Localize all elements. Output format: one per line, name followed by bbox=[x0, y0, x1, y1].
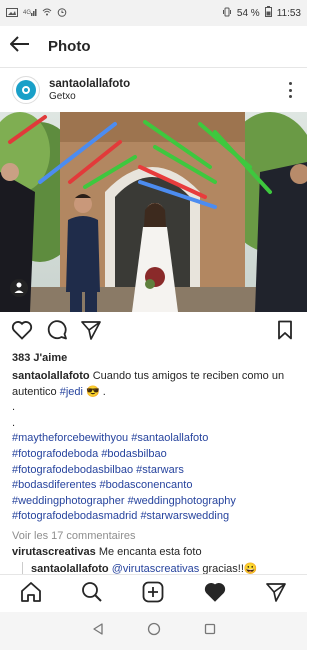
hashtag[interactable]: #starwars bbox=[136, 464, 184, 476]
comment-text: Me encanta esta foto bbox=[98, 546, 202, 558]
caption-dot: . bbox=[12, 401, 16, 414]
post-caption: santaolallafoto Cuando tus amigos te rec… bbox=[12, 369, 297, 525]
hashtag[interactable]: #fotografodeboda bbox=[12, 448, 98, 460]
hashtag[interactable]: #jedi bbox=[60, 386, 83, 398]
avatar[interactable] bbox=[12, 76, 40, 104]
system-recents-icon[interactable] bbox=[204, 622, 216, 640]
post-header: santaolallafoto Getxo bbox=[0, 68, 307, 112]
caption-emoji: 😎 . bbox=[86, 385, 106, 398]
post-photo[interactable] bbox=[0, 112, 307, 312]
caption-username[interactable]: santaolallafoto bbox=[12, 370, 90, 382]
battery-percentage: 54 % bbox=[236, 7, 260, 19]
wifi-icon bbox=[42, 7, 52, 20]
page-title: Photo bbox=[48, 38, 91, 55]
back-arrow-icon bbox=[9, 36, 30, 57]
user-block: santaolallafoto Getxo bbox=[49, 78, 130, 102]
bottom-nav bbox=[0, 574, 307, 613]
hashtag[interactable]: #starwarswedding bbox=[140, 510, 229, 522]
photo-notification-icon bbox=[6, 7, 18, 20]
avatar-logo-icon bbox=[16, 80, 36, 100]
system-home-icon[interactable] bbox=[147, 622, 161, 641]
signal-icon: 4G bbox=[23, 7, 37, 20]
hashtag[interactable]: #bodasconencanto bbox=[99, 479, 192, 491]
view-all-comments-link[interactable]: Voir les 17 commentaires bbox=[12, 530, 136, 542]
system-back-icon[interactable] bbox=[92, 622, 104, 640]
like-button[interactable] bbox=[10, 320, 34, 344]
search-icon[interactable] bbox=[81, 581, 103, 608]
comment-icon bbox=[46, 319, 68, 346]
share-button[interactable] bbox=[79, 320, 103, 344]
battery-icon bbox=[264, 6, 272, 20]
app-bar: Photo bbox=[0, 26, 307, 68]
hashtag[interactable]: #maytheforcebewithyou bbox=[12, 432, 128, 444]
direct-send-icon[interactable] bbox=[265, 582, 287, 607]
hashtag[interactable]: #santaolallafoto bbox=[131, 432, 208, 444]
bookmark-icon bbox=[277, 320, 293, 345]
hashtag[interactable]: #fotografodebodasbilbao bbox=[12, 464, 133, 476]
status-bar: 4G 54 % 11:53 bbox=[0, 0, 307, 26]
more-options-icon[interactable] bbox=[287, 82, 293, 98]
vibrate-icon bbox=[222, 7, 232, 20]
hashtag[interactable]: #bodasbilbao bbox=[101, 448, 166, 460]
comment-item: virutascreativas Me encanta esta foto bbox=[12, 546, 202, 558]
new-post-icon[interactable] bbox=[142, 581, 164, 608]
status-left: 4G bbox=[6, 7, 67, 20]
save-button[interactable] bbox=[273, 320, 297, 344]
hashtag[interactable]: #weddingphotographer bbox=[12, 495, 125, 507]
hashtag[interactable]: #fotografodebodasmadrid bbox=[12, 510, 137, 522]
caption-line: santaolallafoto Cuando tus amigos te rec… bbox=[12, 369, 297, 400]
status-right: 54 % 11:53 bbox=[222, 6, 301, 20]
alarm-icon bbox=[57, 7, 67, 20]
action-row bbox=[0, 318, 307, 346]
system-nav-bar bbox=[0, 612, 307, 650]
post-location[interactable]: Getxo bbox=[49, 91, 130, 102]
home-icon[interactable] bbox=[20, 581, 42, 608]
hashtag[interactable]: #weddingphotography bbox=[128, 495, 236, 507]
caption-dot: . bbox=[12, 416, 16, 429]
activity-heart-icon[interactable] bbox=[204, 582, 226, 607]
back-button[interactable] bbox=[0, 26, 40, 68]
comment-button[interactable] bbox=[45, 319, 69, 346]
hashtag-block: #maytheforcebewithyou #santaolallafoto #… bbox=[12, 431, 297, 525]
svg-text:4G: 4G bbox=[23, 10, 31, 16]
likes-count[interactable]: 383 J'aime bbox=[12, 352, 67, 364]
send-icon bbox=[80, 320, 102, 345]
comment-username[interactable]: virutascreativas bbox=[12, 546, 96, 558]
hashtag[interactable]: #bodasdiferentes bbox=[12, 479, 96, 491]
clock-time: 11:53 bbox=[276, 7, 301, 19]
post-username[interactable]: santaolallafoto bbox=[49, 78, 130, 90]
heart-icon bbox=[11, 320, 33, 345]
